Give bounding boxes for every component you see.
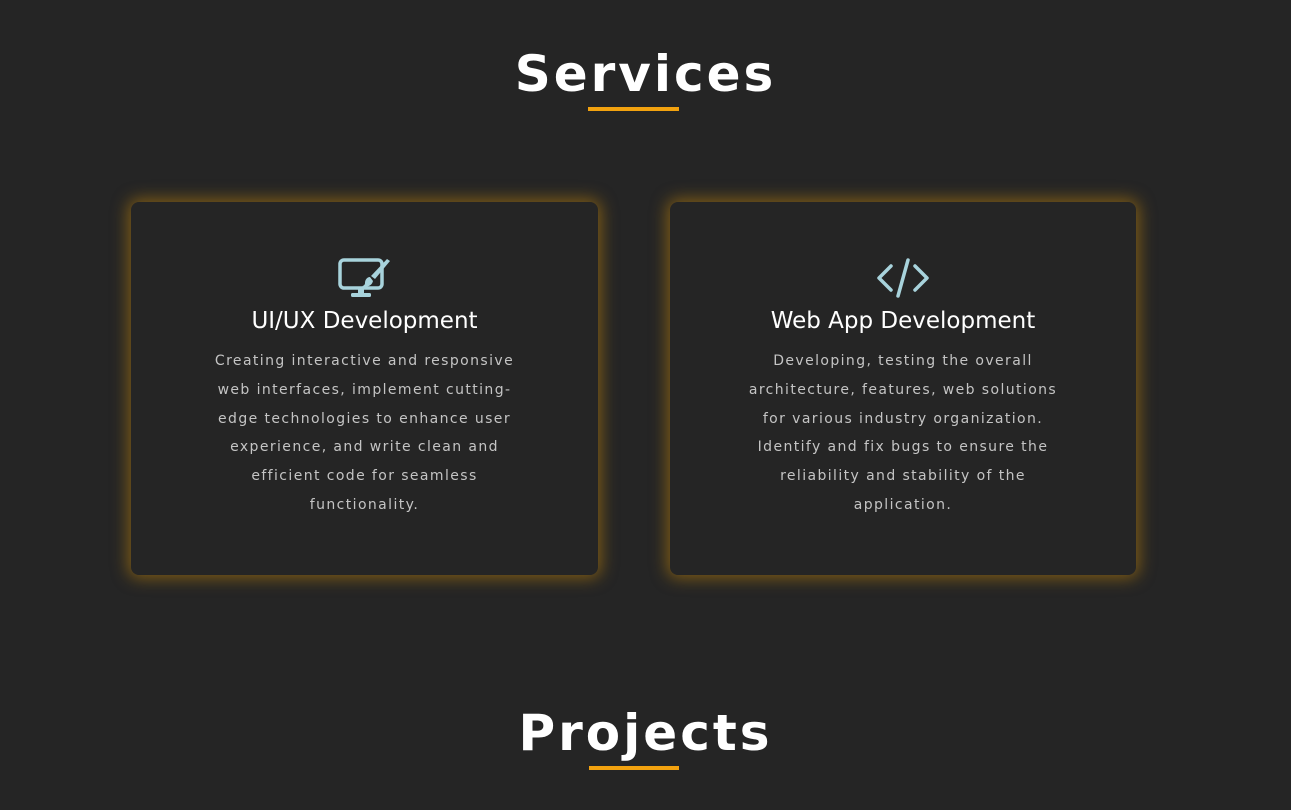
service-card-uiux: UI/UX Development Creating interactive a… <box>131 202 598 575</box>
services-heading-underline <box>588 107 679 111</box>
code-icon <box>670 257 1136 299</box>
projects-heading: Projects <box>518 704 773 762</box>
service-card-description: Creating interactive and responsive web … <box>214 353 515 513</box>
projects-heading-underline <box>589 766 679 770</box>
service-card-title: Web App Development <box>770 308 1036 334</box>
service-card-webapp: Web App Development Developing, testing … <box>670 202 1136 575</box>
service-card-title: UI/UX Development <box>251 308 478 334</box>
monitor-paintbrush-icon <box>131 257 598 299</box>
services-heading: Services <box>514 45 777 103</box>
service-card-description: Developing, testing the overall architec… <box>748 353 1058 513</box>
page: Services UI/UX Development Creating inte… <box>0 0 1291 810</box>
